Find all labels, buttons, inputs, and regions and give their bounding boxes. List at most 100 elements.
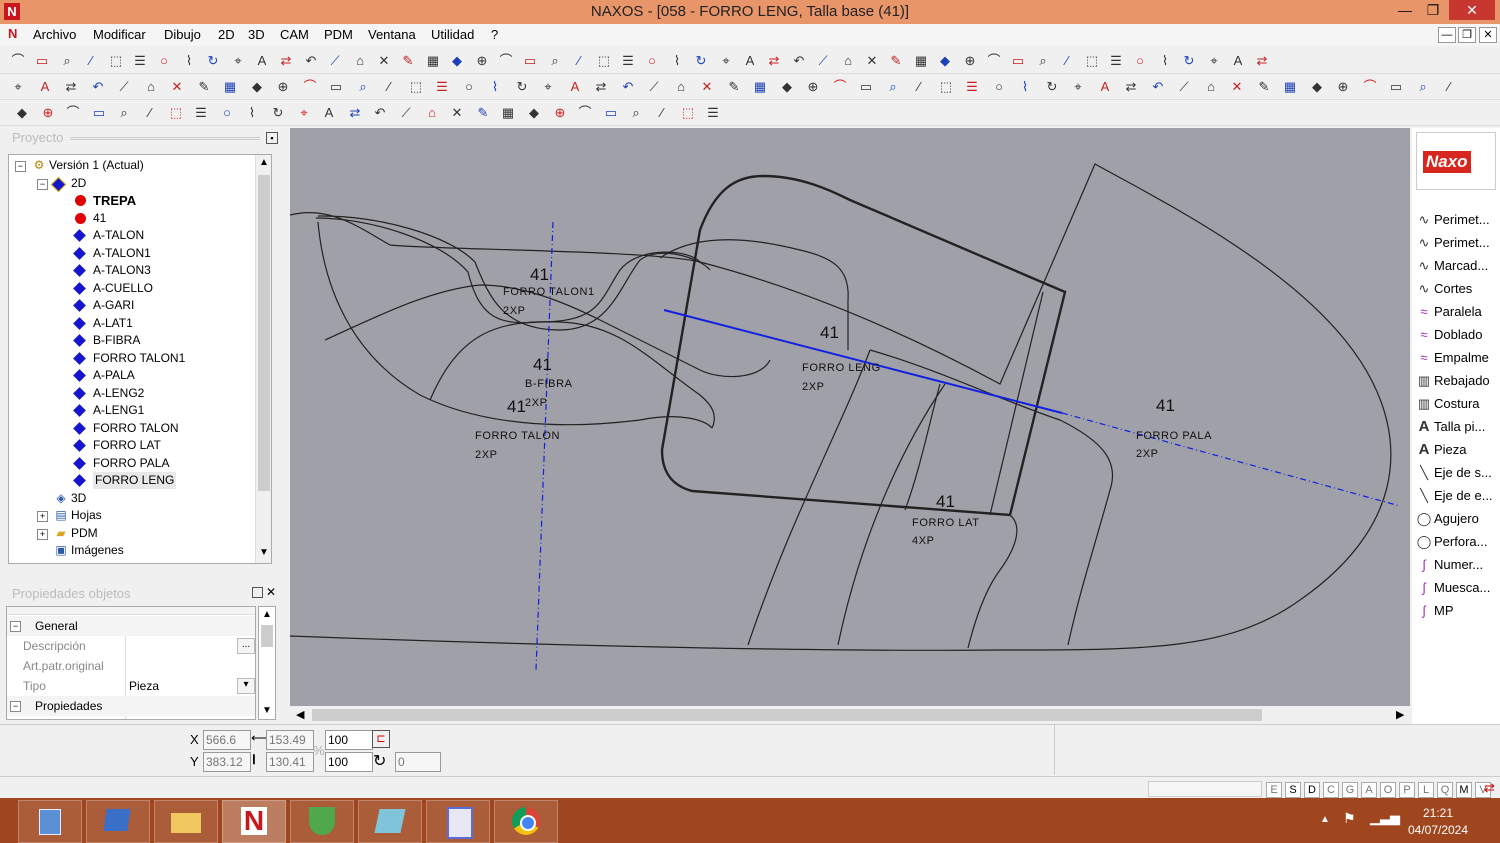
filter-s-toggle[interactable]: S bbox=[1285, 782, 1301, 798]
toolbar-tool-icon[interactable]: ☰ bbox=[1108, 53, 1124, 69]
toolbar-tool-icon[interactable]: ⟋ bbox=[1176, 79, 1192, 95]
tree-item[interactable]: A-TALON bbox=[9, 227, 253, 244]
toolbar-tool-icon[interactable]: ✕ bbox=[1229, 79, 1245, 95]
toolbar-tool-icon[interactable]: ▭ bbox=[603, 105, 619, 121]
tool-17-button[interactable]: ∫ Muesca... bbox=[1414, 577, 1498, 599]
tool-10-button[interactable]: A Talla pi... bbox=[1414, 416, 1498, 438]
tray-signal-icon[interactable]: ▁▃▅ bbox=[1370, 810, 1400, 826]
toolbar-tool-icon[interactable]: ⌖ bbox=[230, 53, 246, 69]
pattern-drawing[interactable]: 41 FORRO TALON1 2XP 41 B-FIBRA 2XP 41 FO… bbox=[290, 128, 1410, 706]
tree-item[interactable]: FORRO PALA bbox=[9, 455, 253, 472]
toolbar-tool-icon[interactable]: A bbox=[567, 79, 583, 95]
toolbar-tool-icon[interactable]: ▦ bbox=[222, 79, 238, 95]
tool-8-button[interactable]: ▥ Rebajado bbox=[1414, 370, 1498, 392]
tree-item[interactable]: FORRO LAT bbox=[9, 437, 253, 454]
property-value[interactable]: 41 bbox=[129, 716, 142, 719]
expand-icon[interactable]: + bbox=[37, 528, 48, 540]
toolbar-tool-icon[interactable]: ▭ bbox=[522, 53, 538, 69]
toolbar-tool-icon[interactable]: ▭ bbox=[1010, 53, 1026, 69]
taskbar-naxos-icon[interactable]: N bbox=[222, 800, 286, 843]
toolbar-tool-icon[interactable]: ▦ bbox=[752, 79, 768, 95]
menu-help[interactable]: ? bbox=[491, 27, 498, 42]
toolbar-tool-icon[interactable]: ↶ bbox=[791, 53, 807, 69]
toolbar-tool-icon[interactable]: ↻ bbox=[270, 105, 286, 121]
width-field[interactable]: 153.49 bbox=[266, 730, 314, 750]
filter-q-toggle[interactable]: Q bbox=[1437, 782, 1453, 798]
toolbar-tool-icon[interactable]: ◆ bbox=[937, 53, 953, 69]
property-value[interactable]: Pieza bbox=[129, 676, 159, 696]
toolbar-tool-icon[interactable]: ⌕ bbox=[116, 105, 132, 121]
clock-date[interactable]: 04/07/2024 bbox=[1398, 823, 1478, 837]
y-coordinate-field[interactable]: 383.12 bbox=[203, 752, 251, 772]
toolbar-tool-icon[interactable]: ☰ bbox=[964, 79, 980, 95]
toolbar-tool-icon[interactable]: ⌇ bbox=[1017, 79, 1033, 95]
toolbar-tool-icon[interactable]: ↶ bbox=[90, 79, 106, 95]
drawing-canvas[interactable]: 41 FORRO TALON1 2XP 41 B-FIBRA 2XP 41 FO… bbox=[290, 128, 1410, 706]
toolbar-tool-icon[interactable]: ☰ bbox=[132, 53, 148, 69]
toolbar-tool-icon[interactable]: ✎ bbox=[726, 79, 742, 95]
scroll-down-icon[interactable]: ▼ bbox=[259, 547, 269, 558]
toolbar-tool-icon[interactable]: ○ bbox=[461, 79, 477, 95]
tree-item[interactable]: A-LENG2 bbox=[9, 385, 253, 402]
mdi-close-button[interactable]: ✕ bbox=[1479, 27, 1497, 43]
toolbar-tool-icon[interactable]: ○ bbox=[219, 105, 235, 121]
scroll-thumb[interactable] bbox=[258, 175, 270, 491]
toolbar-tool-icon[interactable]: ✎ bbox=[196, 79, 212, 95]
panel-dock-icon[interactable]: ▪ bbox=[266, 132, 278, 144]
menu-dibujo[interactable]: Dibujo bbox=[164, 27, 201, 42]
menu-utilidad[interactable]: Utilidad bbox=[431, 27, 474, 42]
toolbar-tool-icon[interactable]: ⌒ bbox=[302, 79, 318, 95]
toolbar-tool-icon[interactable]: ⌂ bbox=[143, 79, 159, 95]
taskbar-app-icon[interactable] bbox=[358, 800, 422, 843]
tree-item[interactable]: A-GARI bbox=[9, 297, 253, 314]
tree-item[interactable]: ▣ Imágenes bbox=[9, 542, 253, 559]
tool-15-button[interactable]: ◯ Perfora... bbox=[1414, 531, 1498, 553]
toolbar-tool-icon[interactable]: ◆ bbox=[1309, 79, 1325, 95]
toolbar-tool-icon[interactable]: ⬚ bbox=[680, 105, 696, 121]
toolbar-tool-icon[interactable]: ☰ bbox=[620, 53, 636, 69]
mdi-restore-button[interactable]: ❐ bbox=[1458, 27, 1476, 43]
toolbar-tool-icon[interactable]: ⇄ bbox=[593, 79, 609, 95]
toolbar-tool-icon[interactable]: ⬚ bbox=[168, 105, 184, 121]
toolbar-tool-icon[interactable]: ✎ bbox=[1256, 79, 1272, 95]
toolbar-tool-icon[interactable]: A bbox=[37, 79, 53, 95]
toolbar-tool-icon[interactable]: ◆ bbox=[779, 79, 795, 95]
toolbar-tool-icon[interactable]: ▭ bbox=[858, 79, 874, 95]
toolbar-tool-icon[interactable]: ⟋ bbox=[398, 105, 414, 121]
tree-item[interactable]: FORRO LENG bbox=[9, 472, 253, 489]
dropdown-arrow-icon[interactable]: ▾ bbox=[237, 678, 255, 694]
toolbar-tool-icon[interactable]: ⬚ bbox=[108, 53, 124, 69]
collapse-icon[interactable]: − bbox=[15, 161, 26, 172]
toolbar-tool-icon[interactable]: ⊕ bbox=[275, 79, 291, 95]
toolbar-tool-icon[interactable]: ▦ bbox=[500, 105, 516, 121]
filter-d-toggle[interactable]: D bbox=[1304, 782, 1320, 798]
scroll-right-icon[interactable]: ▶ bbox=[1396, 708, 1404, 721]
toolbar-tool-icon[interactable]: ○ bbox=[156, 53, 172, 69]
toolbar-tool-icon[interactable]: ⇄ bbox=[278, 53, 294, 69]
toolbar-tool-icon[interactable]: ⌂ bbox=[424, 105, 440, 121]
tree-scrollbar[interactable]: ▲ ▼ bbox=[255, 155, 271, 563]
toolbar-tool-icon[interactable]: ⌇ bbox=[669, 53, 685, 69]
toolbar-tool-icon[interactable]: ✎ bbox=[475, 105, 491, 121]
toolbar-tool-icon[interactable]: A bbox=[254, 53, 270, 69]
toolbar-tool-icon[interactable]: ↶ bbox=[303, 53, 319, 69]
tree-item[interactable]: FORRO TALON bbox=[9, 420, 253, 437]
toolbar-tool-icon[interactable]: ⌇ bbox=[181, 53, 197, 69]
toolbar-tool-icon[interactable]: ∕ bbox=[381, 79, 397, 95]
toolbar-tool-icon[interactable]: ⟋ bbox=[327, 53, 343, 69]
toolbar-tool-icon[interactable]: A bbox=[321, 105, 337, 121]
toolbar-tool-icon[interactable]: ⌒ bbox=[65, 105, 81, 121]
tool-1-button[interactable]: ∿ Perimet... bbox=[1414, 209, 1498, 231]
rotation-field[interactable]: 0 bbox=[395, 752, 441, 772]
tool-9-button[interactable]: ▥ Costura bbox=[1414, 393, 1498, 415]
menu-archivo[interactable]: Archivo bbox=[33, 27, 76, 42]
toolbar-tool-icon[interactable]: ⌇ bbox=[244, 105, 260, 121]
close-button[interactable]: ✕ bbox=[1449, 0, 1495, 20]
menu-cam[interactable]: CAM bbox=[280, 27, 309, 42]
toolbar-tool-icon[interactable]: ✎ bbox=[888, 53, 904, 69]
tree-item[interactable]: A-CUELLO bbox=[9, 280, 253, 297]
browse-button[interactable]: ... bbox=[237, 638, 255, 654]
toolbar-tool-icon[interactable]: ↻ bbox=[693, 53, 709, 69]
height-field[interactable]: 130.41 bbox=[266, 752, 314, 772]
toolbar-tool-icon[interactable]: ⌖ bbox=[10, 79, 26, 95]
